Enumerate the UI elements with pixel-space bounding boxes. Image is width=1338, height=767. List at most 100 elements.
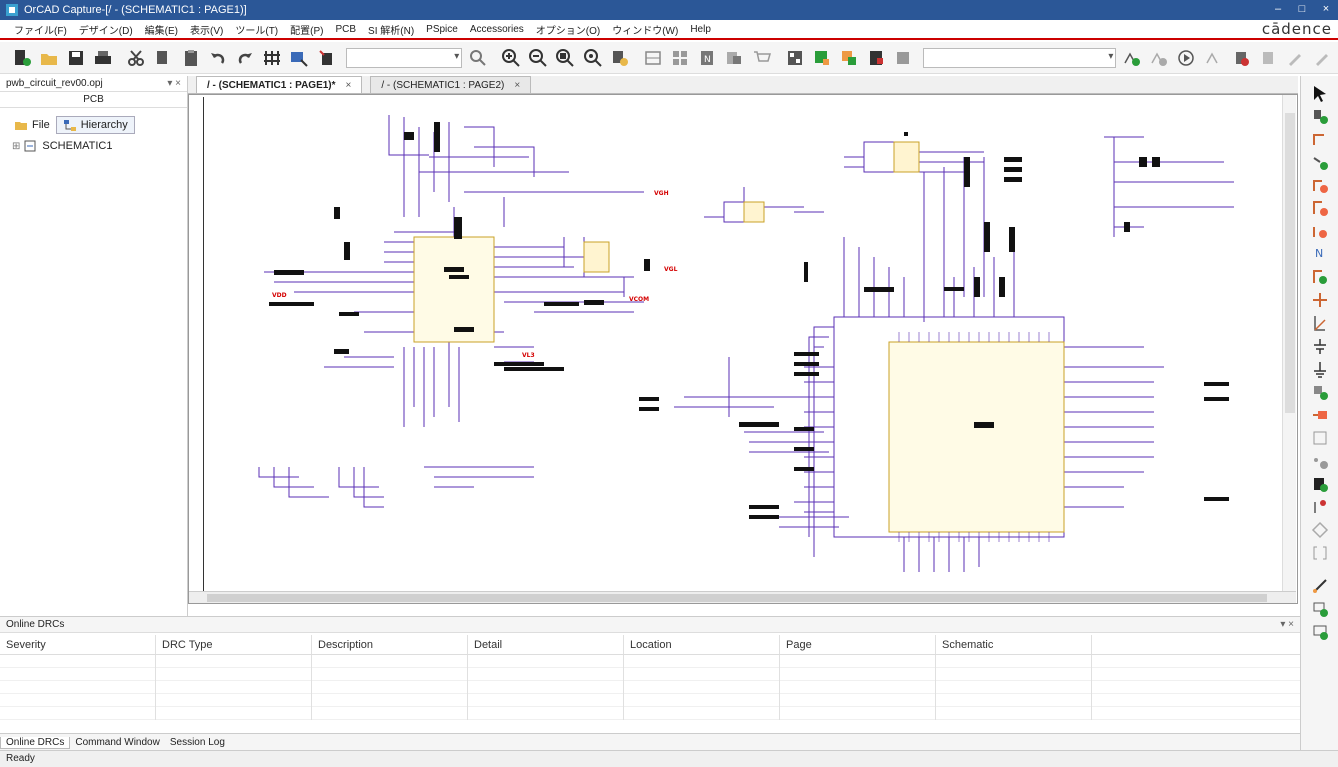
schematic-canvas[interactable]: VDD VGH VGL VCOM VL3	[203, 97, 1281, 596]
zoom-all-icon[interactable]	[581, 46, 604, 70]
menu-file[interactable]: ファイル(F)	[8, 22, 73, 37]
place-bracket-icon[interactable]	[1308, 542, 1332, 564]
place-part-icon[interactable]	[1308, 105, 1332, 127]
pointer-icon[interactable]	[1308, 82, 1332, 104]
tab-page1[interactable]: / - (SCHEMATIC1 : PAGE1)* ×	[196, 76, 363, 93]
tab-command-window[interactable]: Command Window	[70, 737, 164, 748]
marker2-icon[interactable]	[1256, 46, 1279, 70]
minimize-button[interactable]: ‒	[1266, 0, 1290, 20]
place-text-icon[interactable]	[1308, 473, 1332, 495]
annotate-icon[interactable]	[261, 46, 284, 70]
place-port-icon[interactable]	[1308, 220, 1332, 242]
search-icon[interactable]	[466, 46, 489, 70]
vertical-scrollbar[interactable]	[1282, 95, 1296, 591]
cut-icon[interactable]	[125, 46, 148, 70]
menu-accessories[interactable]: Accessories	[464, 24, 530, 35]
col-location[interactable]: Location	[624, 635, 780, 654]
tab-hierarchy[interactable]: Hierarchy	[55, 116, 135, 134]
tab-page2[interactable]: / - (SCHEMATIC1 : PAGE2) ×	[370, 76, 532, 93]
col-description[interactable]: Description	[312, 635, 468, 654]
col-detail[interactable]: Detail	[468, 635, 624, 654]
menu-view[interactable]: 表示(V)	[184, 22, 229, 37]
probe-icon[interactable]	[1202, 46, 1225, 70]
menu-design[interactable]: デザイン(D)	[73, 22, 139, 37]
pcb-green-icon[interactable]	[810, 46, 833, 70]
col-page[interactable]: Page	[780, 635, 936, 654]
place-picture-icon[interactable]	[1308, 621, 1332, 643]
print-icon[interactable]	[92, 46, 115, 70]
horizontal-scrollbar[interactable]	[189, 591, 1296, 603]
pcb-editor-icon[interactable]	[783, 46, 806, 70]
place-no-connect-icon[interactable]	[1308, 312, 1332, 334]
pen-icon[interactable]	[1284, 46, 1307, 70]
netlist-icon[interactable]	[641, 46, 664, 70]
place-shape-icon[interactable]	[1308, 519, 1332, 541]
zoom-out-icon[interactable]	[527, 46, 550, 70]
report-icon[interactable]: N	[696, 46, 719, 70]
simulate-icon[interactable]	[1120, 46, 1143, 70]
place-connector-icon[interactable]	[1308, 289, 1332, 311]
undo-icon[interactable]	[206, 46, 229, 70]
place-net-alias-icon[interactable]	[1308, 174, 1332, 196]
open-folder-icon[interactable]	[37, 46, 60, 70]
maximize-button[interactable]: □	[1290, 0, 1314, 20]
part-icon[interactable]	[315, 46, 338, 70]
place-wire-icon[interactable]	[1308, 128, 1332, 150]
place-line-icon[interactable]	[1308, 496, 1332, 518]
menu-tools[interactable]: ツール(T)	[229, 22, 284, 37]
new-part-icon[interactable]	[10, 46, 33, 70]
menu-window[interactable]: ウィンドウ(W)	[606, 22, 684, 37]
tab-file[interactable]: File	[8, 117, 56, 133]
pcb-gray-icon[interactable]	[892, 46, 915, 70]
col-drc-type[interactable]: DRC Type	[156, 635, 312, 654]
place-pen-icon[interactable]	[1308, 575, 1332, 597]
tree-item-schematic1[interactable]: ⊞ SCHEMATIC1	[0, 136, 187, 152]
place-off-page-icon[interactable]	[1308, 450, 1332, 472]
place-bus-entry-icon[interactable]	[1308, 197, 1332, 219]
cart-icon[interactable]	[750, 46, 773, 70]
place-bus-icon[interactable]	[1308, 151, 1332, 173]
select-icon[interactable]	[288, 46, 311, 70]
backannotate-icon[interactable]	[723, 46, 746, 70]
tab-session-log[interactable]: Session Log	[165, 737, 230, 748]
expand-icon[interactable]: ⊞	[12, 141, 20, 152]
menu-help[interactable]: Help	[684, 24, 717, 35]
place-hier-block-icon[interactable]	[1308, 381, 1332, 403]
pen2-icon[interactable]	[1311, 46, 1334, 70]
menu-options[interactable]: オプション(O)	[530, 22, 606, 37]
place-ieee-icon[interactable]	[1308, 598, 1332, 620]
menu-pcb[interactable]: PCB	[329, 24, 362, 35]
place-net-name-icon[interactable]: N	[1308, 243, 1332, 265]
col-severity[interactable]: Severity	[0, 635, 156, 654]
run-icon[interactable]	[1175, 46, 1198, 70]
col-schematic[interactable]: Schematic	[936, 635, 1092, 654]
paste-icon[interactable]	[179, 46, 202, 70]
redo-icon[interactable]	[233, 46, 256, 70]
place-hier-port-icon[interactable]	[1308, 404, 1332, 426]
pcb-combo[interactable]	[922, 47, 1117, 68]
place-junction-icon[interactable]	[1308, 266, 1332, 288]
grid-icon[interactable]	[668, 46, 691, 70]
pcb-doc-icon[interactable]	[865, 46, 888, 70]
simulate-settings-icon[interactable]	[1148, 46, 1171, 70]
pane-controls[interactable]: ▾ ×	[167, 78, 181, 89]
place-power-icon[interactable]	[1308, 335, 1332, 357]
pcb-orange-icon[interactable]	[837, 46, 860, 70]
place-hier-pin-icon[interactable]	[1308, 427, 1332, 449]
tab-online-drcs[interactable]: Online DRCs	[0, 736, 71, 749]
drc-pane-controls[interactable]: ▾ ×	[1280, 619, 1294, 630]
menu-edit[interactable]: 編集(E)	[139, 22, 184, 37]
zoom-in-icon[interactable]	[499, 46, 522, 70]
copy-icon[interactable]	[152, 46, 175, 70]
part-search-combo[interactable]	[346, 47, 463, 68]
zoom-selection-icon[interactable]	[608, 46, 631, 70]
menu-si-analysis[interactable]: SI 解析(N)	[362, 22, 420, 37]
close-button[interactable]: ×	[1314, 0, 1338, 20]
tab-page2-close-icon[interactable]: ×	[514, 80, 520, 91]
save-icon[interactable]	[64, 46, 87, 70]
menu-place[interactable]: 配置(P)	[284, 22, 329, 37]
marker-icon[interactable]	[1229, 46, 1252, 70]
tab-page1-close-icon[interactable]: ×	[346, 80, 352, 91]
menu-pspice[interactable]: PSpice	[420, 24, 464, 35]
place-ground-icon[interactable]	[1308, 358, 1332, 380]
